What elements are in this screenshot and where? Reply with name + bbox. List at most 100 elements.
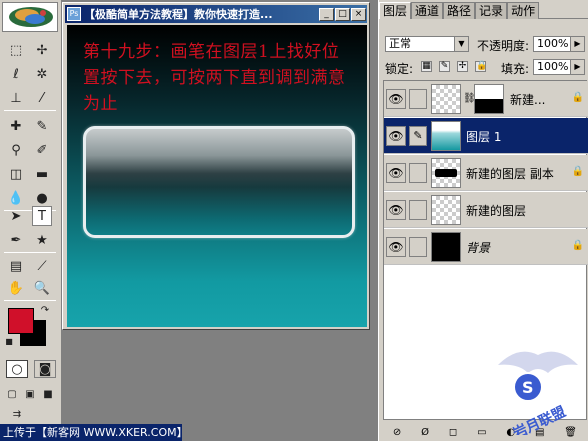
history-brush-tool-icon[interactable]: ✐ bbox=[32, 140, 52, 160]
slice-tool-icon[interactable]: ⁄ bbox=[32, 88, 52, 108]
quick-mask-mode-icon[interactable]: ◙ bbox=[34, 360, 56, 378]
pen-tool-icon[interactable]: ✒ bbox=[6, 230, 26, 250]
link-slot[interactable] bbox=[409, 89, 427, 109]
minimize-button[interactable]: _ bbox=[319, 7, 334, 21]
layer-row[interactable]: 👁 背景 🔒 bbox=[384, 229, 588, 265]
screen-mode-full-icon[interactable]: ■ bbox=[40, 386, 56, 402]
clone-stamp-tool-icon[interactable]: ⚲ bbox=[6, 140, 26, 160]
layer-thumbnail bbox=[431, 158, 461, 188]
link-slot[interactable] bbox=[409, 237, 427, 257]
tab-layers[interactable]: 图层 bbox=[379, 2, 412, 19]
type-tool-icon[interactable]: T bbox=[32, 206, 52, 226]
standard-mode-icon[interactable]: ○ bbox=[6, 360, 28, 378]
magic-wand-tool-icon[interactable]: ✲ bbox=[32, 64, 52, 84]
screen-mode-standard-icon[interactable]: ▢ bbox=[4, 386, 20, 402]
swap-colors-icon[interactable]: ↷ bbox=[38, 303, 52, 317]
lock-icon: 🔒 bbox=[571, 92, 584, 103]
fill-value: 100% bbox=[537, 60, 569, 73]
chevron-right-icon: ▶ bbox=[570, 37, 584, 51]
lock-transparency-icon[interactable]: ▦ bbox=[421, 61, 432, 72]
opacity-value: 100% bbox=[537, 37, 569, 50]
opacity-input[interactable]: 100% ▶ bbox=[533, 36, 585, 52]
toolbox-divider bbox=[4, 110, 56, 111]
tab-channels[interactable]: 通道 bbox=[411, 2, 444, 19]
layer-row[interactable]: 👁 ⛓ 新建... 🔒 bbox=[384, 81, 588, 117]
marquee-tool-icon[interactable]: ⬚ bbox=[6, 40, 26, 60]
tab-paths[interactable]: 路径 bbox=[443, 2, 476, 19]
layer-thumbnail bbox=[431, 84, 461, 114]
lock-icon: 🔒 bbox=[571, 240, 584, 251]
chevron-right-icon: ▶ bbox=[570, 60, 584, 74]
brush-icon[interactable]: ✎ bbox=[409, 126, 427, 146]
watermark-text: 岩月联盟 bbox=[509, 403, 568, 435]
document-title: 【极酷简单方法教程】教你快速打造... bbox=[84, 8, 273, 21]
layer-style-icon[interactable]: Ø bbox=[421, 427, 429, 438]
path-selection-tool-icon[interactable]: ➤ bbox=[6, 206, 26, 226]
custom-shape-tool-icon[interactable]: ★ bbox=[32, 230, 52, 250]
lock-position-icon[interactable]: ✢ bbox=[457, 61, 468, 72]
tab-actions[interactable]: 动作 bbox=[507, 2, 540, 19]
foreground-color-swatch[interactable] bbox=[8, 308, 34, 334]
document-window: Ps 【极酷简单方法教程】教你快速打造... _ □ × 第十九步：画笔在图层1… bbox=[62, 2, 370, 330]
lock-icon: 🔒 bbox=[571, 166, 584, 177]
visibility-eye-icon[interactable]: 👁 bbox=[386, 237, 406, 257]
watermark-logo: S 岩月联盟 bbox=[488, 335, 588, 441]
new-group-icon[interactable]: ▭ bbox=[477, 427, 486, 438]
layer-mask-thumbnail bbox=[474, 84, 504, 114]
document-titlebar[interactable]: Ps 【极酷简单方法教程】教你快速打造... _ □ × bbox=[65, 5, 367, 23]
hand-tool-icon[interactable]: ✋ bbox=[6, 278, 26, 298]
screen-mode-full-menu-icon[interactable]: ▣ bbox=[22, 386, 38, 402]
layer-row[interactable]: 👁 新建的图层 副本 🔒 bbox=[384, 155, 588, 191]
move-tool-icon[interactable]: ✢ bbox=[32, 40, 52, 60]
dodge-tool-icon[interactable]: ● bbox=[32, 188, 52, 208]
link-layers-icon[interactable]: ⊘ bbox=[393, 427, 401, 438]
layer-row[interactable]: 👁 新建的图层 bbox=[384, 192, 588, 228]
jump-to-imageready-icon[interactable]: ⇉ bbox=[6, 406, 28, 422]
layer-row[interactable]: 👁 ✎ 图层 1 bbox=[384, 118, 588, 154]
glass-button-artwork bbox=[83, 126, 355, 238]
document-icon: Ps bbox=[67, 7, 81, 21]
layer-name: 新建的图层 副本 bbox=[466, 167, 554, 181]
chevron-down-icon: ▼ bbox=[454, 37, 468, 51]
zoom-tool-icon[interactable]: 🔍 bbox=[32, 278, 52, 298]
layer-thumbnail bbox=[431, 232, 461, 262]
notes-tool-icon[interactable]: ▤ bbox=[6, 256, 26, 276]
lasso-tool-icon[interactable]: ℓ bbox=[6, 64, 26, 84]
blend-mode-select[interactable]: 正常 ▼ bbox=[385, 36, 469, 52]
add-mask-icon[interactable]: ◻ bbox=[449, 427, 457, 438]
black-bar-thumbnail-shape bbox=[435, 169, 457, 177]
visibility-eye-icon[interactable]: 👁 bbox=[386, 126, 406, 146]
eraser-tool-icon[interactable]: ◫ bbox=[6, 164, 26, 184]
eyedropper-tool-icon[interactable]: ⟋ bbox=[32, 256, 52, 276]
fill-input[interactable]: 100% ▶ bbox=[533, 59, 585, 75]
toolbox-divider bbox=[4, 300, 56, 301]
panel-tabs: 图层 通道 路径 记录 动作 bbox=[379, 2, 588, 19]
lock-all-icon[interactable]: 🔒 bbox=[475, 61, 487, 72]
healing-brush-tool-icon[interactable]: ✚ bbox=[6, 116, 26, 136]
default-colors-icon[interactable]: ■ bbox=[4, 336, 14, 346]
layer-name: 背景 bbox=[466, 241, 491, 255]
photoshop-logo bbox=[2, 2, 58, 32]
layer-thumbnail bbox=[431, 121, 461, 151]
layer-name: 图层 1 bbox=[466, 130, 502, 144]
svg-text:S: S bbox=[522, 378, 534, 397]
gradient-tool-icon[interactable]: ▬ bbox=[32, 164, 52, 184]
tab-history[interactable]: 记录 bbox=[475, 2, 508, 19]
brush-tool-icon[interactable]: ✎ bbox=[32, 116, 52, 136]
image-canvas[interactable]: 第十九步：画笔在图层1上找好位置按下去，可按两下直到调到满意为止 bbox=[67, 25, 367, 327]
status-caption: 上传于【新客网 WWW.XKER.COM】 bbox=[0, 424, 182, 441]
toolbox: ⬚ ✢ ℓ ✲ ⊥ ⁄ ✚ ✎ ⚲ ✐ ◫ ▬ 💧 ● ➤ T ✒ ★ ▤ ⟋ … bbox=[0, 0, 62, 441]
instruction-text: 第十九步：画笔在图层1上找好位置按下去，可按两下直到调到满意为止 bbox=[83, 42, 346, 114]
crop-tool-icon[interactable]: ⊥ bbox=[6, 88, 26, 108]
maximize-button[interactable]: □ bbox=[335, 7, 350, 21]
visibility-eye-icon[interactable]: 👁 bbox=[386, 200, 406, 220]
link-slot[interactable] bbox=[409, 163, 427, 183]
lock-image-icon[interactable]: ✎ bbox=[439, 61, 450, 72]
fill-label: 填充: bbox=[501, 62, 530, 76]
blur-tool-icon[interactable]: 💧 bbox=[6, 188, 26, 208]
link-slot[interactable] bbox=[409, 200, 427, 220]
close-button[interactable]: × bbox=[351, 7, 366, 21]
layer-name: 新建... bbox=[510, 93, 546, 107]
visibility-eye-icon[interactable]: 👁 bbox=[386, 89, 406, 109]
visibility-eye-icon[interactable]: 👁 bbox=[386, 163, 406, 183]
